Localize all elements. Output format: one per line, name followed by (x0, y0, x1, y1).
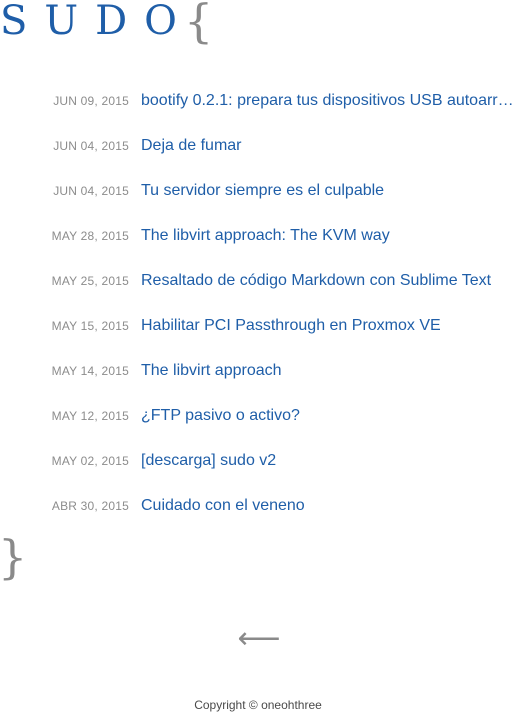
logo-text[interactable]: SUDO (0, 0, 194, 48)
post-date: MAY 02, 2015 (51, 453, 129, 468)
post-list-item: MAY 15, 2015 Habilitar PCI Passthrough e… (0, 303, 516, 348)
arrow-left-icon: ⟵ (237, 620, 281, 656)
post-date: MAY 12, 2015 (51, 408, 129, 423)
post-list-item: ABR 30, 2015 Cuidado con el veneno (0, 483, 516, 528)
post-date: JUN 09, 2015 (53, 93, 129, 108)
post-list-item: MAY 02, 2015 [descarga] sudo v2 (0, 438, 516, 483)
post-date: MAY 15, 2015 (51, 318, 129, 333)
post-title-link[interactable]: bootify 0.2.1: prepara tus dispositivos … (141, 92, 516, 110)
post-date: MAY 25, 2015 (51, 273, 129, 288)
post-title-link[interactable]: ¿FTP pasivo o activo? (141, 407, 516, 425)
post-title-link[interactable]: Deja de fumar (141, 137, 516, 155)
post-date: ABR 30, 2015 (51, 498, 129, 513)
post-title-link[interactable]: Cuidado con el veneno (141, 497, 516, 515)
closing-brace: } (0, 530, 28, 584)
post-date: JUN 04, 2015 (53, 138, 129, 153)
post-list: JUN 09, 2015 bootify 0.2.1: prepara tus … (0, 78, 516, 528)
post-list-item: JUN 04, 2015 Tu servidor siempre es el c… (0, 168, 516, 213)
post-list-item: JUN 09, 2015 bootify 0.2.1: prepara tus … (0, 78, 516, 123)
post-title-link[interactable]: Tu servidor siempre es el culpable (141, 182, 516, 200)
post-title-link[interactable]: Resaltado de código Markdown con Sublime… (141, 272, 516, 290)
post-title-link[interactable]: The libvirt approach: The KVM way (141, 227, 516, 245)
post-list-item: MAY 25, 2015 Resaltado de código Markdow… (0, 258, 516, 303)
post-list-item: MAY 12, 2015 ¿FTP pasivo o activo? (0, 393, 516, 438)
site-logo[interactable]: SUDO { (0, 0, 213, 48)
previous-page-link[interactable]: ⟵ (237, 620, 281, 656)
logo-open-brace: { (183, 0, 214, 48)
post-date: MAY 28, 2015 (51, 228, 129, 243)
post-title-link[interactable]: Habilitar PCI Passthrough en Proxmox VE (141, 317, 516, 335)
post-list-item: MAY 14, 2015 The libvirt approach (0, 348, 516, 393)
post-title-link[interactable]: The libvirt approach (141, 362, 516, 380)
post-list-item: MAY 28, 2015 The libvirt approach: The K… (0, 213, 516, 258)
footer-copyright: Copyright © oneohthree (194, 698, 322, 712)
post-date: MAY 14, 2015 (51, 363, 129, 378)
post-date: JUN 04, 2015 (53, 183, 129, 198)
post-list-item: JUN 04, 2015 Deja de fumar (0, 123, 516, 168)
post-title-link[interactable]: [descarga] sudo v2 (141, 452, 516, 470)
